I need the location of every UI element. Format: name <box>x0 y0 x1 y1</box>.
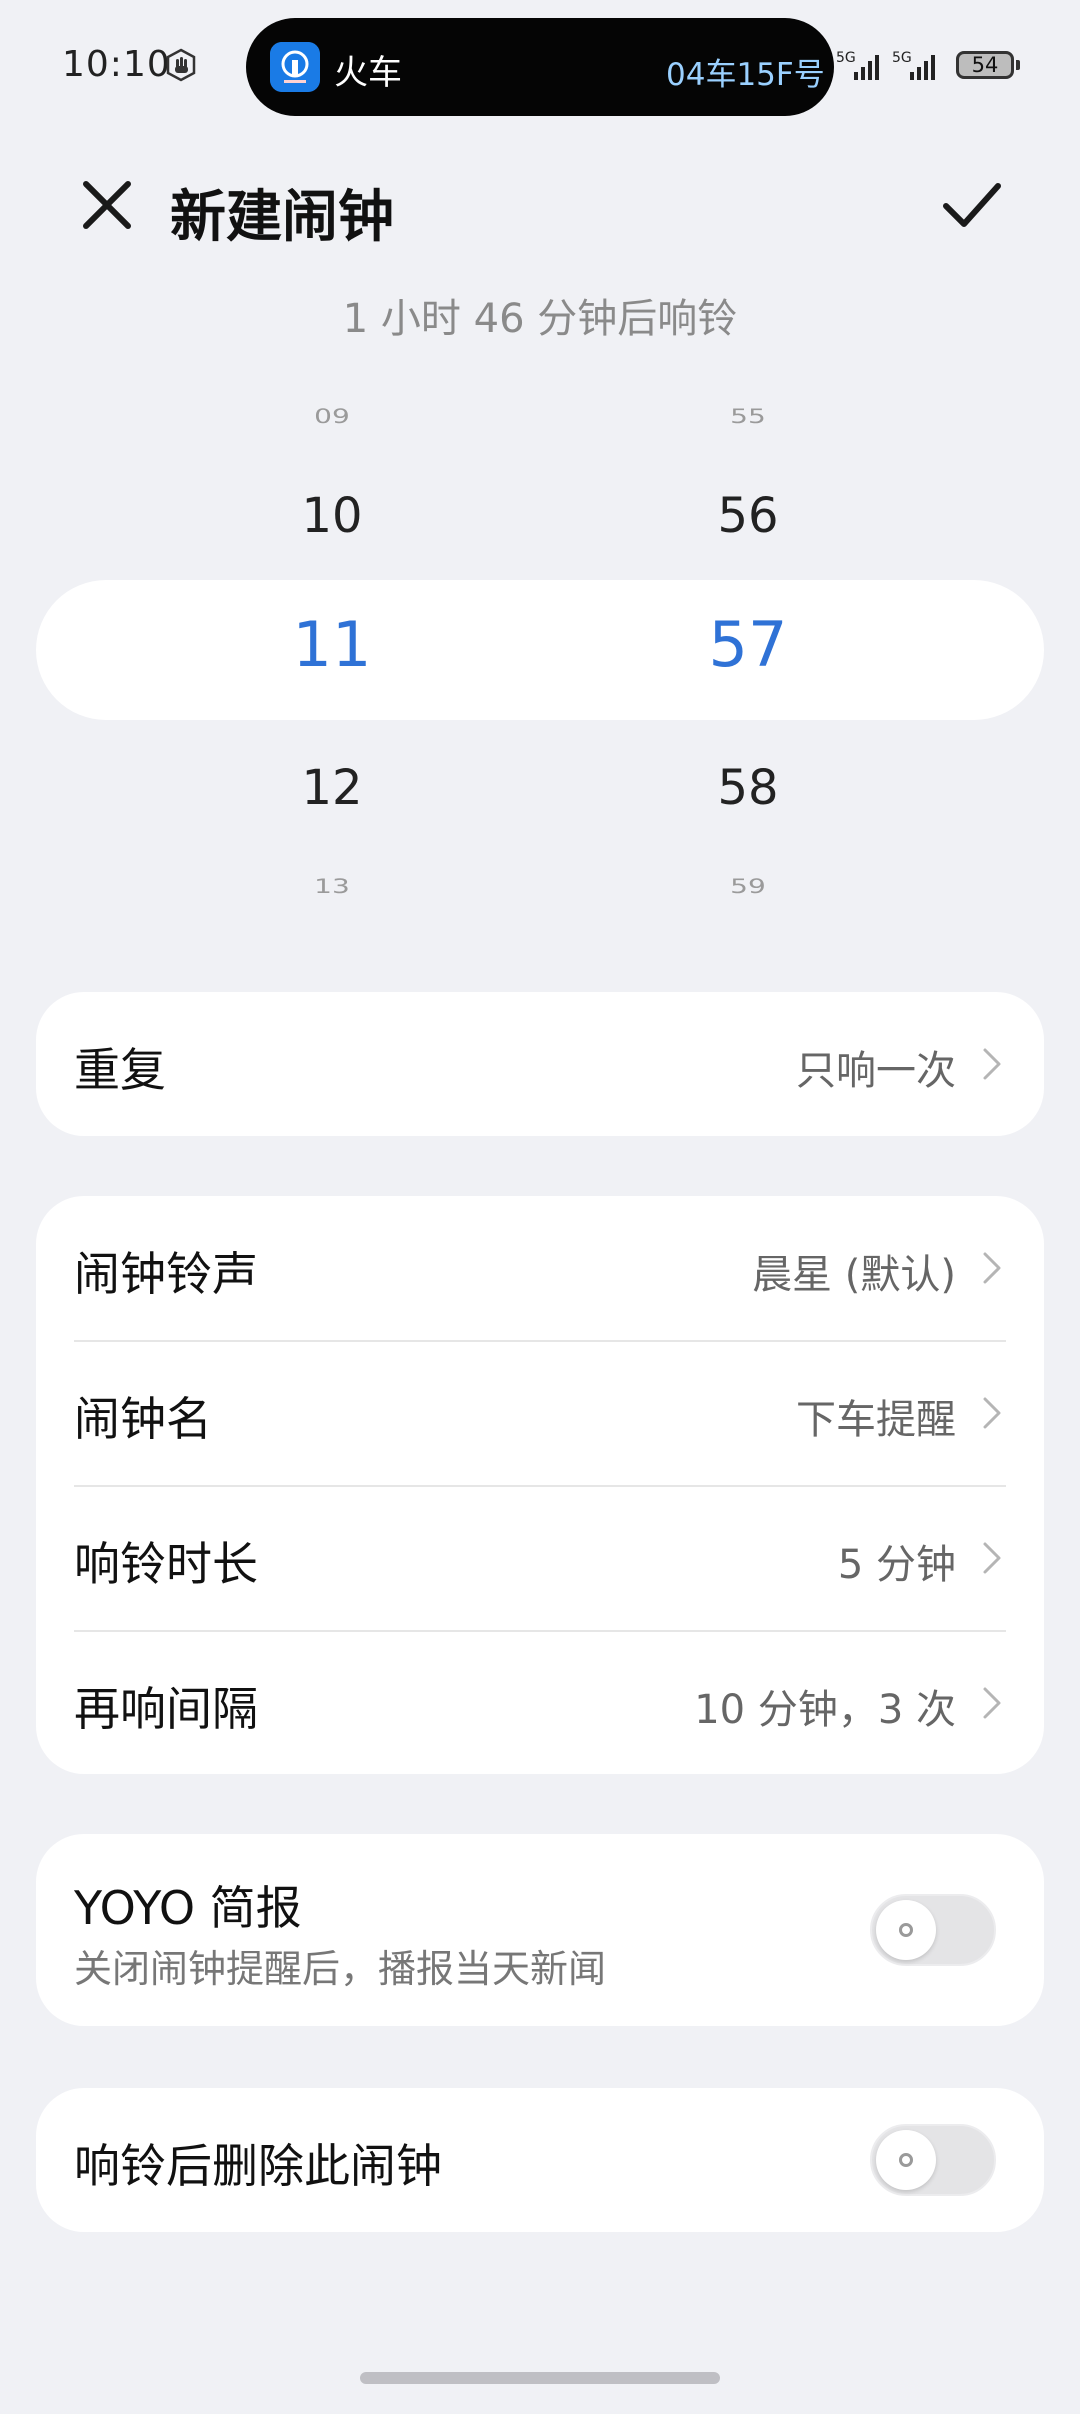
minute-option[interactable]: 56 <box>648 488 848 544</box>
delete-after-toggle[interactable] <box>870 2124 996 2196</box>
time-picker[interactable]: 09 10 11 12 13 55 56 57 58 59 <box>0 390 1080 920</box>
close-icon[interactable] <box>72 170 142 240</box>
ring-duration-label: 响铃时长 <box>74 1537 258 1591</box>
island-label: 火车 <box>334 53 402 93</box>
repeat-row[interactable]: 重复 只响一次 <box>36 992 1044 1136</box>
home-indicator[interactable] <box>360 2372 720 2384</box>
signal-1-label: 5G <box>836 50 856 66</box>
delete-after-label: 响铃后删除此闹钟 <box>74 2139 442 2193</box>
battery-icon: 54 <box>956 51 1014 79</box>
railway-app-icon <box>270 42 320 92</box>
snooze-row[interactable]: 再响间隔 10 分钟，3 次 <box>36 1631 1044 1775</box>
minute-wheel[interactable]: 55 56 57 58 59 <box>648 390 848 920</box>
status-bar: 10:10 火车 04车15F号 5G 5G 54 <box>0 0 1080 130</box>
island-train-info: 04车15F号 <box>666 57 825 93</box>
battery-tip <box>1016 60 1020 70</box>
ringtone-row[interactable]: 闹钟铃声 晨星 (默认) <box>36 1196 1044 1340</box>
alarm-name-row[interactable]: 闹钟名 下车提醒 <box>36 1341 1044 1485</box>
chevron-right-icon <box>983 1252 1001 1284</box>
dynamic-island[interactable]: 火车 04车15F号 <box>246 18 834 116</box>
check-icon[interactable] <box>936 170 1006 240</box>
snooze-label: 再响间隔 <box>74 1682 258 1736</box>
chevron-right-icon <box>983 1397 1001 1429</box>
repeat-card: 重复 只响一次 <box>36 992 1044 1136</box>
hour-selected[interactable]: 11 <box>232 608 432 681</box>
repeat-value: 只响一次 <box>796 1048 956 1094</box>
signal-2-label: 5G <box>892 50 912 66</box>
delete-after-card: 响铃后删除此闹钟 <box>36 2088 1044 2232</box>
yoyo-toggle[interactable] <box>870 1894 996 1966</box>
chevron-right-icon <box>983 1048 1001 1080</box>
minute-selected[interactable]: 57 <box>648 608 848 681</box>
chevron-right-icon <box>983 1542 1001 1574</box>
hand-icon <box>166 48 196 82</box>
countdown-text: 1 小时 46 分钟后响铃 <box>342 296 738 342</box>
repeat-label: 重复 <box>74 1043 166 1097</box>
hour-wheel[interactable]: 09 10 11 12 13 <box>232 390 432 920</box>
snooze-value: 10 分钟，3 次 <box>694 1687 956 1733</box>
toggle-knob <box>876 2130 936 2190</box>
header: 新建闹钟 <box>0 150 1080 260</box>
ringtone-value: 晨星 (默认) <box>752 1252 956 1298</box>
signal-5g-icon-2: 5G <box>892 50 935 80</box>
hour-option[interactable]: 12 <box>232 760 432 816</box>
yoyo-description: 关闭闹钟提醒后，播报当天新闻 <box>74 1947 607 1991</box>
yoyo-label: YOYO 简报 <box>74 1881 302 1935</box>
ringtone-label: 闹钟铃声 <box>74 1247 258 1301</box>
minute-option[interactable]: 58 <box>648 760 848 816</box>
minute-option[interactable]: 55 <box>648 405 848 428</box>
minute-option[interactable]: 59 <box>648 875 848 898</box>
status-time: 10:10 <box>62 44 171 85</box>
ring-duration-value: 5 分钟 <box>837 1542 956 1588</box>
page-title: 新建闹钟 <box>170 185 394 250</box>
picker-selection-highlight <box>36 580 1044 720</box>
hour-option[interactable]: 10 <box>232 488 432 544</box>
chevron-right-icon <box>983 1687 1001 1719</box>
signal-5g-icon: 5G <box>836 50 879 80</box>
alarm-settings-card: 闹钟铃声 晨星 (默认) 闹钟名 下车提醒 响铃时长 5 分钟 再响间隔 10 … <box>36 1196 1044 1774</box>
toggle-knob <box>876 1900 936 1960</box>
hour-option[interactable]: 13 <box>232 875 432 898</box>
yoyo-briefing-card: YOYO 简报 关闭闹钟提醒后，播报当天新闻 <box>36 1834 1044 2026</box>
alarm-name-label: 闹钟名 <box>74 1392 212 1446</box>
ring-duration-row[interactable]: 响铃时长 5 分钟 <box>36 1486 1044 1630</box>
alarm-name-value: 下车提醒 <box>796 1397 956 1443</box>
hour-option[interactable]: 09 <box>232 405 432 428</box>
